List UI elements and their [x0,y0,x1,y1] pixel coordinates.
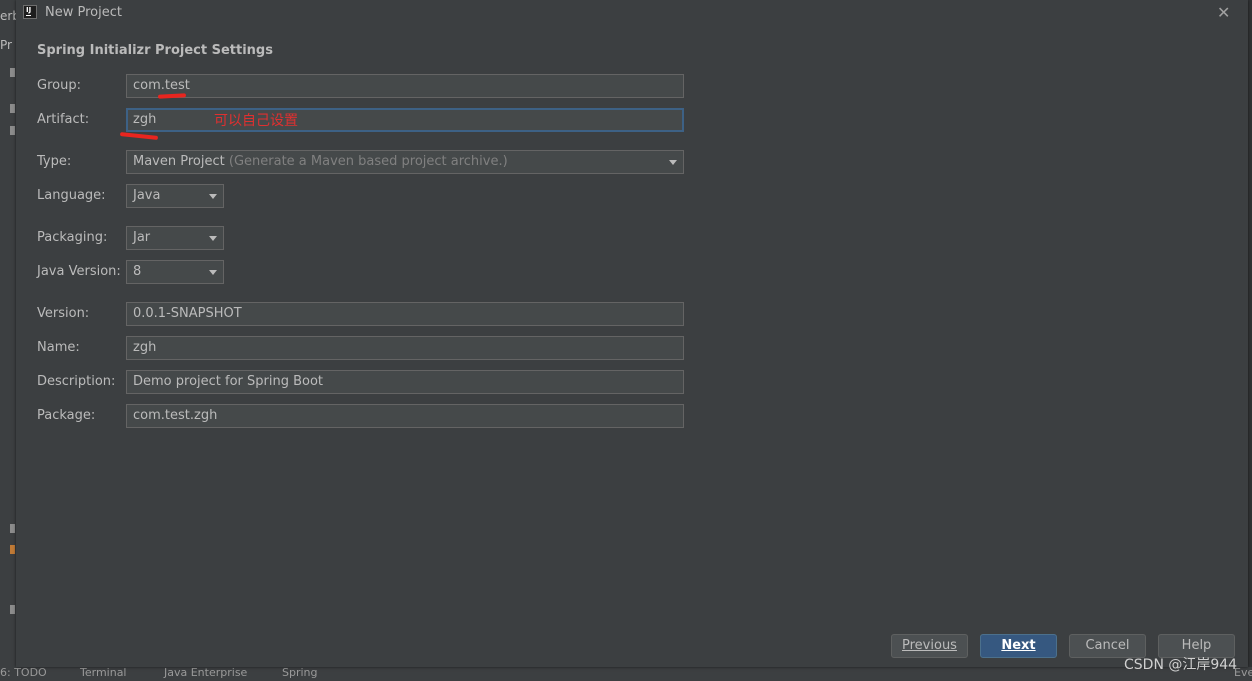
chevron-down-icon [209,236,217,241]
package-label: Package: [37,408,96,423]
artifact-input[interactable]: zgh [126,108,684,132]
type-hint: (Generate a Maven based project archive.… [228,154,508,169]
language-value: Java [133,188,161,203]
type-value: Maven Project [133,154,225,169]
chevron-down-icon [209,194,217,199]
chevron-down-icon [209,270,217,275]
ide-bottom-toolbar: 6: TODO Terminal Java Enterprise Spring … [0,666,1252,681]
group-input[interactable]: com.test [126,74,684,98]
tree-node-icon [10,545,15,554]
name-input[interactable]: zgh [126,336,684,360]
packaging-select[interactable]: Jar [126,226,224,250]
type-label: Type: [37,154,72,169]
ide-fragment: Pr [0,38,12,52]
tab-java-enterprise[interactable]: Java Enterprise [164,666,247,679]
packaging-label: Packaging: [37,230,108,245]
artifact-label: Artifact: [37,112,90,127]
tree-node-icon [10,126,15,135]
tree-node-icon [10,605,15,614]
next-button[interactable]: Next [980,634,1057,658]
dialog-title: New Project [45,5,122,20]
tree-node-icon [10,524,15,533]
section-title: Spring Initializr Project Settings [37,43,273,58]
previous-button[interactable]: Previous [891,634,968,658]
package-input[interactable]: com.test.zgh [126,404,684,428]
type-select[interactable]: Maven Project (Generate a Maven based pr… [126,150,684,174]
version-label: Version: [37,306,90,321]
dialog-titlebar: IJ New Project ✕ [16,0,1248,26]
tree-node-icon [10,68,15,77]
group-label: Group: [37,78,81,93]
ide-left-panel: erb Pr [0,0,20,681]
description-label: Description: [37,374,116,389]
language-select[interactable]: Java [126,184,224,208]
name-label: Name: [37,340,80,355]
description-input[interactable]: Demo project for Spring Boot [126,370,684,394]
java-version-label: Java Version: [37,264,121,279]
ide-right-gutter [1248,0,1252,681]
close-icon[interactable]: ✕ [1217,3,1230,22]
new-project-dialog: IJ New Project ✕ Spring Initializr Proje… [16,0,1248,667]
packaging-value: Jar [133,230,151,245]
language-label: Language: [37,188,106,203]
intellij-logo-icon: IJ [23,5,37,19]
tab-spring[interactable]: Spring [282,666,318,679]
java-version-select[interactable]: 8 [126,260,224,284]
tab-terminal[interactable]: Terminal [80,666,127,679]
tree-node-icon [10,104,15,113]
java-version-value: 8 [133,264,142,279]
chevron-down-icon [669,160,677,165]
watermark: CSDN @江岸944 [1124,657,1238,673]
annotation-text: 可以自己设置 [214,113,298,129]
tab-todo[interactable]: 6: TODO [0,666,47,679]
red-underline-mark [119,132,159,140]
version-input[interactable]: 0.0.1-SNAPSHOT [126,302,684,326]
